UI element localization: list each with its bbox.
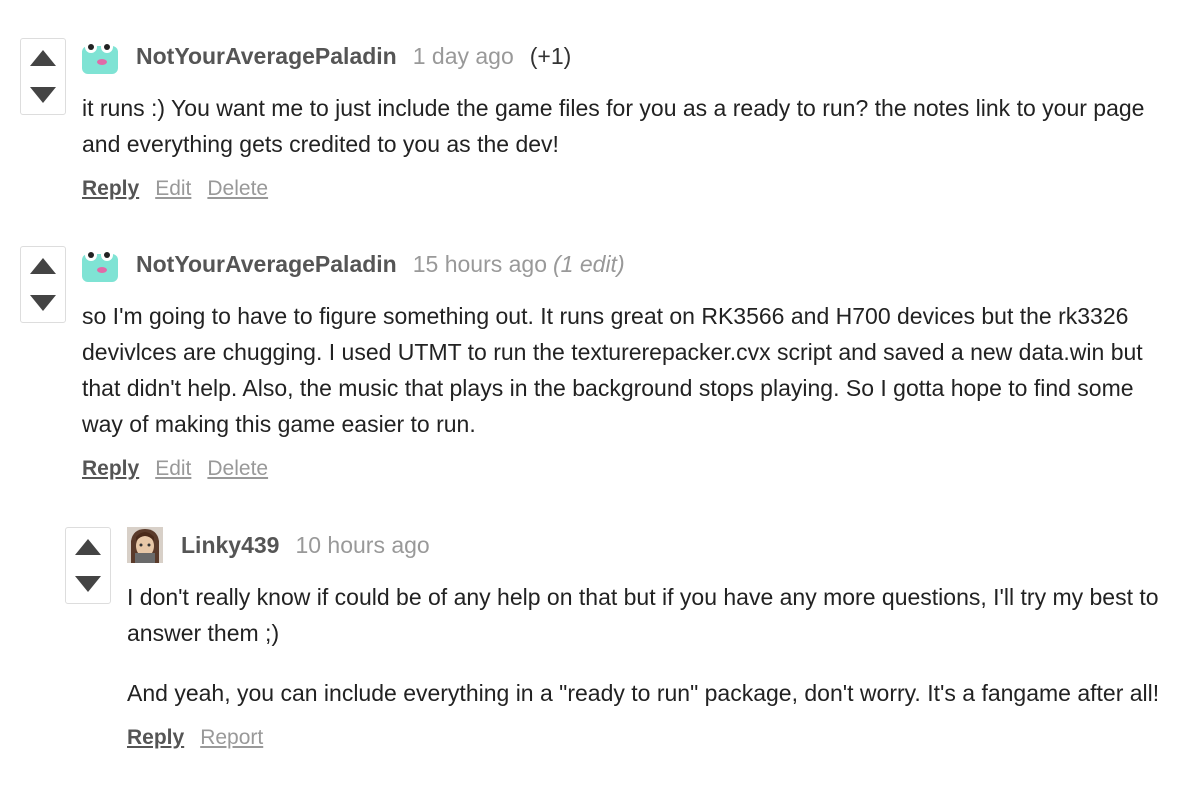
comment-body: NotYourAveragePaladin 15 hours ago (1 ed… [82,246,1162,481]
upvote-button[interactable] [73,536,103,558]
author-name[interactable]: Linky439 [181,532,279,559]
reply-link[interactable]: Reply [127,726,184,750]
comment-paragraph: so I'm going to have to figure something… [82,303,1143,437]
vote-box [65,527,111,604]
comment-time: 10 hours ago [295,531,430,558]
vote-box [20,246,66,323]
delete-link[interactable]: Delete [207,177,268,201]
comment-paragraph: I don't really know if could be of any h… [127,584,1159,646]
edit-indicator: (1 edit) [553,250,625,277]
author-name[interactable]: NotYourAveragePaladin [136,43,397,70]
comment-body: Linky439 10 hours ago I don't really kno… [127,527,1167,750]
report-link[interactable]: Report [200,726,263,750]
vote-box [20,38,66,115]
comment-meta: NotYourAveragePaladin 1 day ago (+1) [82,38,1162,74]
reply-link[interactable]: Reply [82,177,139,201]
character-avatar-icon [127,527,163,563]
comment-time: 15 hours ago [412,250,548,277]
comment-actions: Reply Edit Delete [82,177,1162,201]
reply-link[interactable]: Reply [82,457,139,481]
upvote-button[interactable] [28,47,58,69]
comment-paragraph: And yeah, you can include everything in … [127,680,1160,706]
author-name[interactable]: NotYourAveragePaladin [136,251,397,278]
comment-text: so I'm going to have to figure something… [82,298,1162,442]
frog-avatar-icon [82,38,118,74]
upvote-button[interactable] [28,255,58,277]
downvote-button[interactable] [73,573,103,595]
comment-thread: NotYourAveragePaladin 1 day ago (+1) it … [0,0,1189,798]
delete-link[interactable]: Delete [207,457,268,481]
comment-text: I don't really know if could be of any h… [127,579,1167,711]
arrow-up-icon [30,258,56,274]
vote-count: (+1) [529,42,572,69]
comment-actions: Reply Edit Delete [82,457,1162,481]
arrow-up-icon [30,50,56,66]
comment-meta: Linky439 10 hours ago [127,527,1167,563]
avatar[interactable] [82,38,118,74]
comment-meta: NotYourAveragePaladin 15 hours ago (1 ed… [82,246,1162,282]
arrow-down-icon [75,576,101,592]
arrow-down-icon [30,295,56,311]
downvote-button[interactable] [28,292,58,314]
arrow-down-icon [30,87,56,103]
comment-text: it runs :) You want me to just include t… [82,90,1162,162]
comment-actions: Reply Report [127,726,1167,750]
comment: NotYourAveragePaladin 1 day ago (+1) it … [20,38,1162,201]
edit-link[interactable]: Edit [155,177,191,201]
comment-paragraph: it runs :) You want me to just include t… [82,95,1145,157]
comment-body: NotYourAveragePaladin 1 day ago (+1) it … [82,38,1162,201]
downvote-button[interactable] [28,84,58,106]
edit-link[interactable]: Edit [155,457,191,481]
avatar[interactable] [82,246,118,282]
arrow-up-icon [75,539,101,555]
comment-time: 1 day ago [412,42,514,69]
avatar[interactable] [127,527,163,563]
comment: NotYourAveragePaladin 15 hours ago (1 ed… [20,246,1162,481]
frog-avatar-icon [82,246,118,282]
reply-comment: Linky439 10 hours ago I don't really kno… [65,527,1167,750]
